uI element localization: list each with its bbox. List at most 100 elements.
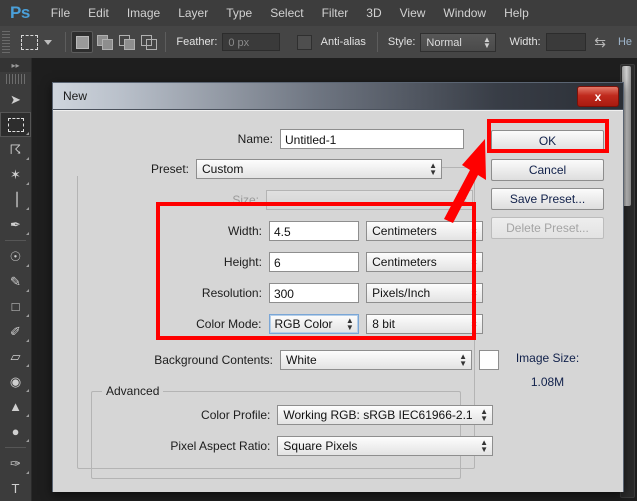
color-mode-select[interactable]: RGB Color ▲ ▼ bbox=[268, 314, 359, 334]
image-size-label: Image Size: bbox=[515, 351, 580, 365]
name-row: Name: Untitled-1 bbox=[63, 129, 473, 149]
ok-button[interactable]: OK bbox=[491, 130, 604, 152]
advanced-legend: Advanced bbox=[102, 384, 164, 398]
width-unit-value: Centimeters bbox=[372, 224, 437, 238]
width-input[interactable]: 4.5 bbox=[268, 221, 359, 241]
preset-select-value: Custom bbox=[202, 162, 244, 176]
clone-stamp-tool[interactable]: □ bbox=[0, 294, 31, 319]
color-profile-row: Color Profile: Working RGB: sRGB IEC6196… bbox=[63, 405, 493, 425]
chevron-down-icon[interactable] bbox=[43, 39, 52, 45]
name-label: Name: bbox=[237, 132, 273, 146]
paint-bucket-tool[interactable]: ◉ bbox=[0, 369, 31, 394]
photoshop-window: Ps File Edit Image Layer Type Select Fil… bbox=[0, 0, 637, 501]
width-label: Width: bbox=[509, 36, 541, 48]
size-row: Size: ▲ ▼ bbox=[63, 190, 473, 210]
spinner-icon: ▲ ▼ bbox=[470, 223, 478, 239]
spinner-icon: ▲ ▼ bbox=[470, 285, 478, 301]
feather-input[interactable]: 0 px bbox=[222, 33, 281, 51]
resolution-unit-select[interactable]: Pixels/Inch ▲ ▼ bbox=[366, 283, 483, 303]
height-unit-value: Centimeters bbox=[372, 255, 437, 269]
brush-tool[interactable]: ✎ bbox=[0, 269, 31, 294]
rectangular-marquee-icon[interactable] bbox=[18, 30, 41, 54]
history-brush-tool[interactable]: ✐ bbox=[0, 319, 31, 344]
gradient-tool[interactable]: ▲ bbox=[0, 394, 31, 419]
height-row: Height: 6 Centimeters ▲ ▼ bbox=[63, 252, 483, 272]
preset-select[interactable]: Custom ▲ ▼ bbox=[196, 159, 442, 179]
width-input[interactable] bbox=[545, 33, 587, 51]
background-contents-row: Background Contents: White ▲ ▼ bbox=[63, 350, 503, 370]
color-profile-value: Working RGB: sRGB IEC61966-2.1 bbox=[283, 408, 473, 422]
new-selection-button[interactable] bbox=[71, 31, 94, 53]
menu-help[interactable]: Help bbox=[495, 2, 538, 24]
spot-healing-brush-tool[interactable]: ☉ bbox=[0, 244, 31, 269]
background-contents-value: White bbox=[286, 353, 317, 367]
eyedropper-tool[interactable]: ✒ bbox=[0, 212, 31, 237]
options-bar-grip[interactable] bbox=[2, 31, 10, 53]
delete-preset-button: Delete Preset... bbox=[491, 217, 604, 239]
subtract-from-selection-button[interactable] bbox=[115, 31, 137, 53]
pixel-aspect-row: Pixel Aspect Ratio: Square Pixels ▲ ▼ bbox=[63, 436, 493, 456]
spinner-icon: ▲ ▼ bbox=[429, 161, 437, 177]
lasso-tool[interactable]: ☈ bbox=[0, 137, 31, 162]
spinner-icon: ▲ ▼ bbox=[480, 407, 488, 423]
menu-filter[interactable]: Filter bbox=[313, 2, 358, 24]
menu-image[interactable]: Image bbox=[118, 2, 169, 24]
menu-type[interactable]: Type bbox=[217, 2, 261, 24]
anti-alias-checkbox[interactable] bbox=[297, 34, 312, 50]
menu-window[interactable]: Window bbox=[434, 2, 495, 24]
magic-wand-tool[interactable]: ✶ bbox=[0, 162, 31, 187]
menu-edit[interactable]: Edit bbox=[79, 2, 118, 24]
close-icon[interactable]: x bbox=[577, 86, 619, 107]
new-document-dialog: New x Name: Untitled-1 Preset: Custom ▲ ▼ bbox=[52, 82, 624, 492]
divider bbox=[376, 32, 378, 52]
dialog-title-bar[interactable]: New x bbox=[53, 83, 623, 110]
color-depth-select[interactable]: 8 bit ▲ ▼ bbox=[366, 314, 483, 334]
eraser-tool[interactable]: ▱ bbox=[0, 344, 31, 369]
options-bar: Feather: 0 px Anti-alias Style: Normal ▲… bbox=[0, 26, 637, 59]
cancel-button[interactable]: Cancel bbox=[491, 159, 604, 181]
menu-select[interactable]: Select bbox=[261, 2, 312, 24]
style-select-value: Normal bbox=[426, 36, 462, 49]
divider bbox=[64, 32, 66, 52]
anti-alias-label: Anti-alias bbox=[320, 36, 366, 48]
move-tool[interactable]: ➤ bbox=[0, 87, 31, 112]
preset-label: Preset: bbox=[63, 162, 196, 176]
spinner-icon: ▲ ▼ bbox=[460, 192, 468, 208]
menu-layer[interactable]: Layer bbox=[169, 2, 217, 24]
pen-tool[interactable]: ✑ bbox=[0, 451, 31, 476]
background-contents-label: Background Contents: bbox=[154, 353, 273, 367]
rectangular-marquee-tool[interactable] bbox=[0, 112, 31, 137]
swap-arrows-icon[interactable]: ⇆ bbox=[594, 34, 606, 51]
preset-row: Preset: Custom ▲ ▼ bbox=[63, 159, 473, 179]
crop-tool[interactable]: ⎟ bbox=[0, 187, 31, 212]
divider bbox=[165, 32, 167, 52]
height-label-truncated: He bbox=[617, 36, 633, 48]
color-mode-value: RGB Color bbox=[274, 317, 333, 331]
color-profile-label: Color Profile: bbox=[201, 408, 271, 422]
color-depth-value: 8 bit bbox=[372, 317, 395, 331]
dialog-body: Name: Untitled-1 Preset: Custom ▲ ▼ Size:… bbox=[53, 110, 623, 492]
background-contents-select[interactable]: White ▲ ▼ bbox=[280, 350, 472, 370]
save-preset-button[interactable]: Save Preset... bbox=[491, 188, 604, 210]
tools-panel: ▸▸ ➤ ☈ ✶ ⎟ ✒ ☉ ✎ □ ✐ ▱ ◉ ▲ ● ✑ T bbox=[0, 58, 32, 501]
intersect-with-selection-button[interactable] bbox=[137, 31, 159, 53]
add-to-selection-button[interactable] bbox=[93, 31, 115, 53]
menu-file[interactable]: File bbox=[42, 2, 79, 24]
height-unit-select[interactable]: Centimeters ▲ ▼ bbox=[366, 252, 483, 272]
style-select[interactable]: Normal ▲ ▼ bbox=[420, 32, 496, 52]
blur-tool[interactable]: ● bbox=[0, 419, 31, 444]
collapse-panel-icon[interactable]: ▸▸ bbox=[0, 58, 31, 72]
menu-view[interactable]: View bbox=[391, 2, 435, 24]
name-input[interactable]: Untitled-1 bbox=[280, 129, 464, 149]
type-tool[interactable]: T bbox=[0, 476, 31, 501]
width-unit-select[interactable]: Centimeters ▲ ▼ bbox=[366, 221, 483, 241]
resolution-input[interactable]: 300 bbox=[268, 283, 359, 303]
pixel-aspect-select[interactable]: Square Pixels ▲ ▼ bbox=[277, 436, 493, 456]
pixel-aspect-label: Pixel Aspect Ratio: bbox=[170, 439, 271, 453]
image-size-value: 1.08M bbox=[530, 375, 565, 389]
color-profile-select[interactable]: Working RGB: sRGB IEC61966-2.1 ▲ ▼ bbox=[277, 405, 493, 425]
menu-3d[interactable]: 3D bbox=[357, 2, 390, 24]
width-row: Width: 4.5 Centimeters ▲ ▼ bbox=[63, 221, 483, 241]
tools-panel-grip[interactable] bbox=[6, 74, 25, 84]
height-input[interactable]: 6 bbox=[268, 252, 359, 272]
